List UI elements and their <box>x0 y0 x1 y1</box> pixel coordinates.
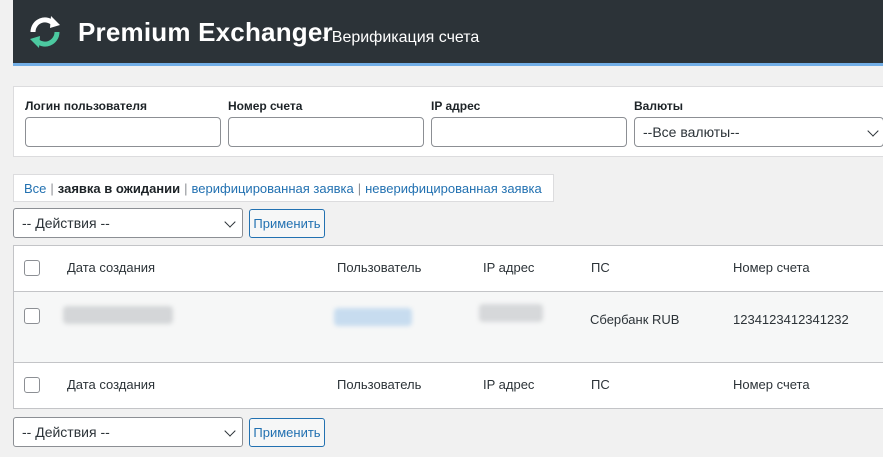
table-header: Дата создания Пользователь IP адрес ПС Н… <box>14 246 883 292</box>
brand-title: Premium Exchanger <box>78 17 333 47</box>
col-user[interactable]: Пользователь <box>337 260 421 275</box>
redacted-user-link[interactable] <box>334 308 412 326</box>
redacted-date <box>63 306 173 324</box>
row-ps: Сбербанк RUB <box>590 312 680 327</box>
view-all-link[interactable]: Все <box>24 181 46 196</box>
status-views: Все | заявка в ожидании | верифицированная з… <box>13 174 554 202</box>
bulk-action-value-bottom: -- Действия -- <box>22 424 110 440</box>
select-all-checkbox-footer[interactable] <box>24 377 40 393</box>
chevron-down-icon <box>224 425 236 437</box>
account-label: Номер счета <box>228 99 303 113</box>
redacted-ip <box>479 304 543 322</box>
app-header: Premium Exchanger - Верификация счета <box>13 0 883 66</box>
bulk-action-select-bottom[interactable]: -- Действия -- <box>13 417 243 447</box>
col-account[interactable]: Номер счета <box>733 260 810 275</box>
requests-table: Дата создания Пользователь IP адрес ПС Н… <box>13 245 883 409</box>
bulk-action-value: -- Действия -- <box>22 215 110 231</box>
currency-select[interactable]: --Все валюты-- <box>634 117 883 147</box>
table-footer: Дата создания Пользователь IP адрес ПС Н… <box>14 363 883 408</box>
apply-button[interactable]: Применить <box>249 209 325 238</box>
table-row: Сбербанк RUB 1234123412341232 <box>14 292 883 363</box>
col-created-footer[interactable]: Дата создания <box>67 377 155 392</box>
login-label: Логин пользователя <box>25 99 148 113</box>
col-account-footer[interactable]: Номер счета <box>733 377 810 392</box>
ip-filter: IP адрес <box>431 99 627 147</box>
row-account: 1234123412341232 <box>733 312 849 327</box>
currency-selected-value: --Все валюты-- <box>643 124 740 140</box>
currency-filter: Валюты --Все валюты-- <box>634 99 883 147</box>
ip-input[interactable] <box>431 117 627 147</box>
row-checkbox[interactable] <box>24 308 40 324</box>
col-created[interactable]: Дата создания <box>67 260 155 275</box>
col-ps[interactable]: ПС <box>591 260 610 275</box>
view-unverified-link[interactable]: неверифицированная заявка <box>365 181 542 196</box>
chevron-down-icon <box>224 216 236 228</box>
col-ip-footer[interactable]: IP адрес <box>483 377 534 392</box>
page-title: - Верификация счета <box>322 29 480 46</box>
currency-label: Валюты <box>634 99 684 113</box>
login-input[interactable] <box>25 117 221 147</box>
view-verified-link[interactable]: верифицированная заявка <box>192 181 354 196</box>
select-all-checkbox[interactable] <box>24 260 40 276</box>
view-pending-current[interactable]: заявка в ожидании <box>58 181 180 196</box>
ip-label: IP адрес <box>431 99 481 113</box>
apply-button-bottom[interactable]: Применить <box>249 418 325 447</box>
col-user-footer[interactable]: Пользователь <box>337 377 421 392</box>
login-filter: Логин пользователя <box>25 99 221 147</box>
refresh-arrows-icon <box>30 16 60 48</box>
account-input[interactable] <box>228 117 424 147</box>
chevron-down-icon <box>867 125 879 137</box>
col-ip[interactable]: IP адрес <box>483 260 534 275</box>
col-ps-footer[interactable]: ПС <box>591 377 610 392</box>
bulk-action-select[interactable]: -- Действия -- <box>13 208 243 238</box>
account-filter: Номер счета <box>228 99 424 147</box>
filter-panel: Логин пользователя Номер счета IP адрес … <box>13 86 883 157</box>
